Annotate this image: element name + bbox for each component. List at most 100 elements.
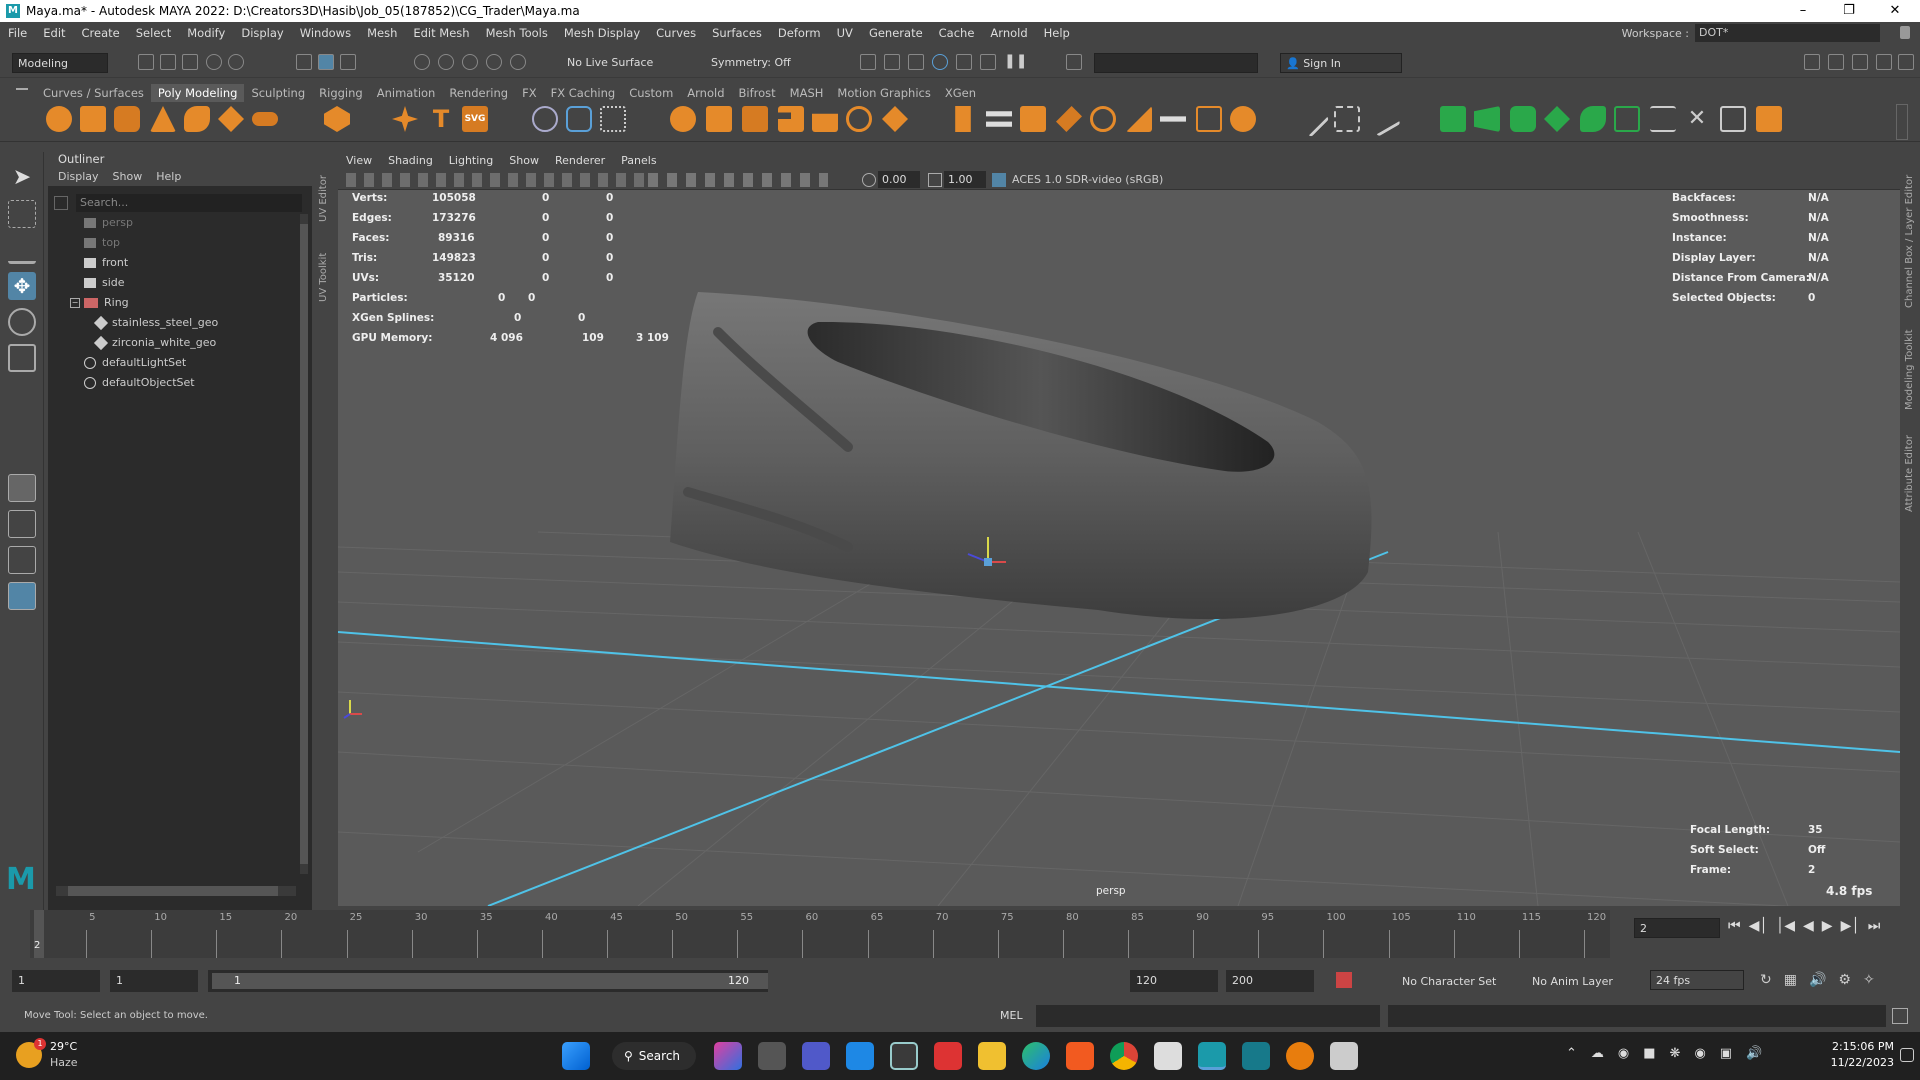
- scale-tool-icon[interactable]: [8, 344, 36, 372]
- shelf-tab-rendering[interactable]: Rendering: [442, 84, 515, 102]
- play-forwards-icon[interactable]: ▶: [1822, 918, 1833, 934]
- shelf-tab-rigging[interactable]: Rigging: [312, 84, 370, 102]
- snap-grid-icon[interactable]: [414, 54, 430, 70]
- notifications-icon[interactable]: [1900, 1048, 1914, 1062]
- uv-unfold-icon[interactable]: [1580, 106, 1606, 132]
- script-editor-icon[interactable]: [1892, 1008, 1908, 1024]
- edge-icon[interactable]: [1022, 1042, 1050, 1070]
- menu-uv[interactable]: UV: [829, 26, 861, 40]
- outliner-item-default-object-set[interactable]: defaultObjectSet: [84, 374, 195, 392]
- display-layout-icon[interactable]: [1828, 54, 1844, 70]
- character-set-dropdown[interactable]: No Character Set: [1402, 975, 1496, 988]
- close-icon[interactable]: ✕: [1872, 0, 1918, 22]
- fps-dropdown[interactable]: 24 fps: [1650, 970, 1744, 990]
- redo-icon[interactable]: [228, 54, 244, 70]
- poly-text-icon[interactable]: T: [428, 106, 454, 132]
- mirror-icon[interactable]: [566, 106, 592, 132]
- outliner-layout-icon[interactable]: [8, 582, 36, 610]
- windows-start-icon[interactable]: [562, 1042, 590, 1070]
- save-scene-icon[interactable]: [182, 54, 198, 70]
- time-slider[interactable]: 2 5 10 15 20 25 30 35 40 45 50 55 60 65 70 75 80 85 90 95 1…: [0, 910, 1920, 958]
- copilot-icon[interactable]: [714, 1042, 742, 1070]
- multi-cut-icon[interactable]: [1090, 106, 1116, 132]
- live-surface-field[interactable]: No Live Surface: [562, 53, 662, 73]
- outliner-item-top[interactable]: top: [84, 234, 120, 252]
- shelf-tab-mash[interactable]: MASH: [783, 84, 831, 102]
- vp-menu-show[interactable]: Show: [501, 152, 547, 170]
- scrollbar-thumb[interactable]: [68, 886, 278, 896]
- channel-box-toggle-icon[interactable]: [1852, 54, 1868, 70]
- ipr-render-icon[interactable]: [908, 54, 924, 70]
- outliner-item-zirconia-white-geo[interactable]: zirconia_white_geo: [93, 334, 216, 352]
- task-view-icon[interactable]: [758, 1042, 786, 1070]
- minimize-icon[interactable]: –: [1780, 0, 1826, 22]
- shelf-tab-fx[interactable]: FX: [515, 84, 544, 102]
- shelf-tab-motion-graphics[interactable]: Motion Graphics: [830, 84, 937, 102]
- bevel-icon[interactable]: [1020, 106, 1046, 132]
- snap-point-icon[interactable]: [462, 54, 478, 70]
- quad-draw-icon[interactable]: [1334, 106, 1360, 132]
- vp-menu-renderer[interactable]: Renderer: [547, 152, 613, 170]
- play-backwards-icon[interactable]: ◀: [1803, 918, 1814, 934]
- uv-grid-icon[interactable]: [1720, 106, 1746, 132]
- single-pane-layout-icon[interactable]: [8, 474, 36, 502]
- shelf-tab-curves-surfaces[interactable]: Curves / Surfaces: [36, 84, 151, 102]
- target-weld-icon[interactable]: [1196, 106, 1222, 132]
- uv-spherical-icon[interactable]: [1510, 106, 1536, 132]
- discord-icon[interactable]: ◉: [1694, 1046, 1705, 1061]
- shelf-tab-fx-caching[interactable]: FX Caching: [544, 84, 623, 102]
- snap-curve-icon[interactable]: [438, 54, 454, 70]
- separate-icon[interactable]: [706, 106, 732, 132]
- render-setup-icon[interactable]: [980, 54, 996, 70]
- poly-cube-icon[interactable]: [80, 106, 106, 132]
- poly-cylinder-icon[interactable]: [114, 106, 140, 132]
- animation-end-field[interactable]: 200: [1226, 970, 1314, 992]
- onedrive-icon[interactable]: ☁: [1591, 1046, 1604, 1061]
- file-explorer-icon[interactable]: [978, 1042, 1006, 1070]
- outliner-item-persp[interactable]: persp: [84, 214, 133, 232]
- step-back-frame-icon[interactable]: │◀: [1776, 918, 1795, 934]
- paint-select-icon[interactable]: [8, 236, 36, 264]
- menu-edit[interactable]: Edit: [35, 26, 73, 40]
- ring-mesh[interactable]: [670, 292, 1372, 620]
- menu-modify[interactable]: Modify: [179, 26, 233, 40]
- menu-arnold[interactable]: Arnold: [982, 26, 1035, 40]
- outliner-search-input[interactable]: Search...: [76, 194, 302, 212]
- select-object-icon[interactable]: [318, 54, 334, 70]
- mode-dropdown[interactable]: Modeling: [12, 53, 108, 73]
- combine-icon[interactable]: [670, 106, 696, 132]
- tray-app-icon-2[interactable]: ■: [1643, 1046, 1655, 1061]
- tray-app-icon[interactable]: ◉: [1618, 1046, 1629, 1061]
- outliner-item-side[interactable]: side: [84, 274, 125, 292]
- menu-mesh-tools[interactable]: Mesh Tools: [478, 26, 556, 40]
- channel-box-tab[interactable]: Channel Box / Layer Editor: [1904, 158, 1915, 308]
- pause-icon[interactable]: ❚❚: [1004, 54, 1027, 70]
- shelf-tab-poly-modeling[interactable]: Poly Modeling: [150, 84, 245, 102]
- shelf-tab-xgen[interactable]: XGen: [938, 84, 983, 102]
- teams-icon[interactable]: [802, 1042, 830, 1070]
- menu-cache[interactable]: Cache: [931, 26, 983, 40]
- go-to-start-icon[interactable]: ⏮: [1728, 918, 1741, 934]
- step-forward-frame-icon[interactable]: ▶│: [1841, 918, 1860, 934]
- range-slider-thumb[interactable]: [212, 973, 768, 989]
- brave-icon[interactable]: [1066, 1042, 1094, 1070]
- outliner-item-default-light-set[interactable]: defaultLightSet: [84, 354, 186, 372]
- playback-end-field[interactable]: 120: [1130, 970, 1218, 992]
- shelf-menu-icon[interactable]: [16, 88, 28, 90]
- menu-generate[interactable]: Generate: [861, 26, 931, 40]
- shelf-tab-sculpting[interactable]: Sculpting: [244, 84, 312, 102]
- menu-file[interactable]: File: [0, 26, 35, 40]
- anim-layer-dropdown[interactable]: No Anim Layer: [1532, 975, 1613, 988]
- snap-view-icon[interactable]: [486, 54, 502, 70]
- tray-app-icon-3[interactable]: ❋: [1670, 1046, 1681, 1061]
- two-pane-layout-icon[interactable]: [8, 546, 36, 574]
- outliner-menu-help[interactable]: Help: [156, 168, 181, 186]
- maximize-icon[interactable]: ❐: [1826, 0, 1872, 22]
- office-icon[interactable]: [934, 1042, 962, 1070]
- snap-surface-icon[interactable]: [510, 54, 526, 70]
- menu-surfaces[interactable]: Surfaces: [704, 26, 770, 40]
- menu-display[interactable]: Display: [233, 26, 291, 40]
- vp-menu-view[interactable]: View: [338, 152, 380, 170]
- exposure-field[interactable]: 0.00: [878, 171, 920, 188]
- open-scene-icon[interactable]: [160, 54, 176, 70]
